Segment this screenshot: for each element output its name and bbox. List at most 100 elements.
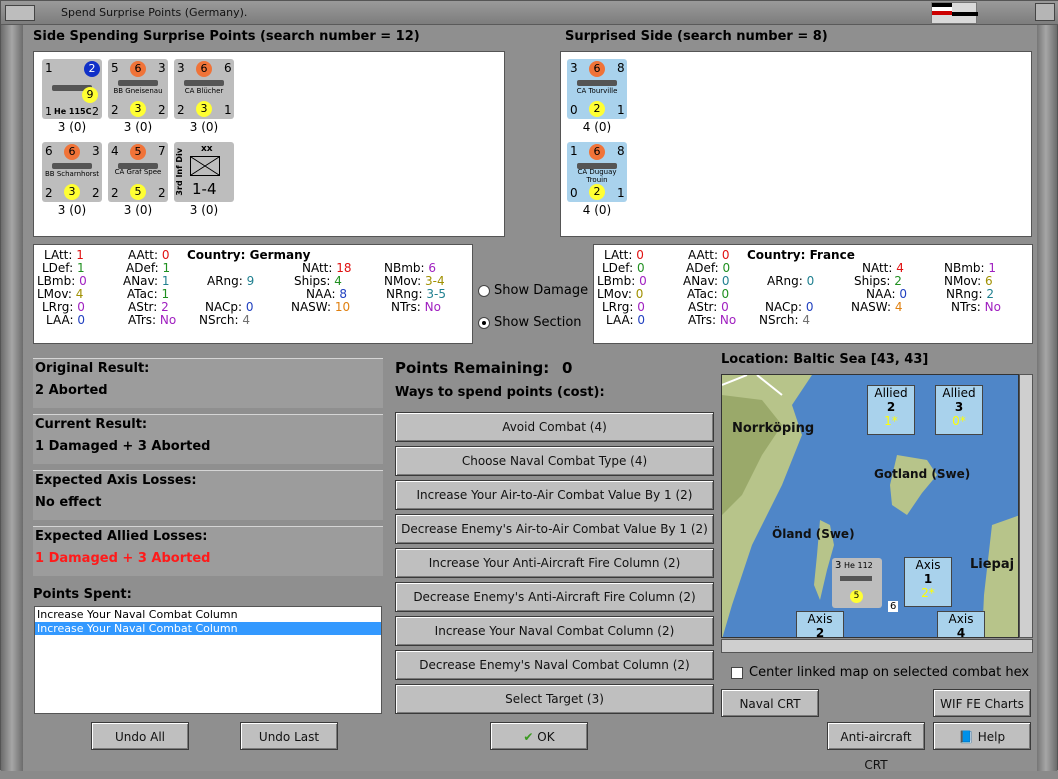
stat-anav: ANav: 1 [123,274,170,288]
axis-stack-counter[interactable]: Axis 1 2* [904,557,952,607]
decrease-enemy-naval-combat-column-button[interactable]: Decrease Enemy's Naval Combat Column (2) [395,650,714,680]
wif-fe-charts-button[interactable]: WIF FE Charts [933,689,1031,717]
allied-losses-value: 1 Damaged + 3 Aborted [35,551,211,566]
decrease-enemy-air-to-air-button[interactable]: Decrease Enemy's Air-to-Air Combat Value… [395,514,714,544]
ship-icon [577,80,617,86]
ship-icon [577,163,617,169]
map-vertical-scrollbar[interactable] [1019,374,1033,638]
stat-lrng: LRrg: 0 [602,300,645,314]
unit-counter-bb-gneisenau[interactable]: 5 6 3 BB Gneisenau 2 3 2 [108,59,168,119]
unit-counter-ca-tourville[interactable]: 3 6 8 CA Tourville 0 2 1 [567,59,627,119]
stat-atrs: ATrs: No [688,313,737,327]
unit-caption: 3 (0) [123,120,153,134]
close-button[interactable] [1035,3,1055,21]
list-item[interactable]: Increase Your Naval Combat Column [35,607,381,622]
help-button[interactable]: 📘 Help [933,722,1031,750]
unit-counter-ca-graf-spee[interactable]: 4 5 7 CA Graf Spee 2 5 2 [108,142,168,202]
original-result-box: Original Result: 2 Aborted [33,358,383,408]
unit-value: 6 [224,61,232,75]
unit-value: 3 [92,144,100,158]
increase-anti-aircraft-button[interactable]: Increase Your Anti-Aircraft Fire Column … [395,548,714,578]
increase-naval-combat-column-button[interactable]: Increase Your Naval Combat Column (2) [395,616,714,646]
unit-value: 8 [617,61,625,75]
naval-crt-button[interactable]: Naval CRT [721,689,819,717]
unit-value: 1 [617,186,625,200]
unit-value: 0 [570,103,578,117]
axis-stack-counter[interactable]: Axis 4 [937,611,985,637]
unit-circle: 6 [589,61,605,77]
unit-yellow-circle: 3 [64,184,80,200]
stat-latt: LAtt: 0 [604,248,644,262]
stat-astr: AStr: 2 [128,300,169,314]
unit-value: 1 [570,144,578,158]
unit-counter-ca-blucher[interactable]: 3 6 6 CA Blücher 2 3 1 [174,59,234,119]
points-spent-list[interactable]: Increase Your Naval Combat Column Increa… [34,606,382,714]
country-label: Country: France [747,248,855,262]
unit-counter-ca-duguay-trouin[interactable]: 1 6 8 CA Duguay Trouin 0 2 1 [567,142,627,202]
stat-nasw: NASW: 10 [291,300,351,314]
unit-name: CA Blücher [184,87,224,95]
avoid-combat-button[interactable]: Avoid Combat (4) [395,412,714,442]
unit-name: CA Tourville [576,87,618,95]
stat-atrs: ATrs: No [128,313,177,327]
show-section-radio[interactable] [478,317,490,329]
map-label-gotland: Gotland (Swe) [874,467,971,481]
unit-yellow-circle: 2 [589,101,605,117]
undo-last-button[interactable]: Undo Last [240,722,338,750]
stat-naa: NAA: 8 [306,287,348,301]
unit-caption: 3 (0) [189,120,219,134]
anti-aircraft-crt-button[interactable]: Anti-aircraft CRT [827,722,925,772]
undo-all-button[interactable]: Undo All [91,722,189,750]
system-menu-button[interactable] [5,5,35,21]
original-result-value: 2 Aborted [35,383,108,398]
stat-nbmb: NBmb: 6 [384,261,437,275]
stat-lbmb: LBmb: 0 [37,274,87,288]
stat-anav: ANav: 0 [683,274,730,288]
unit-value: 1 [617,103,625,117]
allied-stack-counter[interactable]: Allied 2 1* [867,385,915,435]
spending-units-panel: 1 2 9 1 He 115C 2 3 (0) 5 6 3 BB Gneisen… [33,51,505,237]
title-bar: Spend Surprise Points (Germany). [1,1,1058,25]
unit-counter-he112[interactable]: 3 He 112 5 [832,558,882,608]
stat-aatt: AAtt: 0 [688,248,730,262]
list-item-selected[interactable]: Increase Your Naval Combat Column [35,622,381,635]
stat-laa: LAA: 0 [46,313,86,327]
unit-value: 6 [45,144,53,158]
stat-arng: ARng: 0 [767,274,815,288]
ship-icon [52,163,92,169]
stat-lmov: LMov: 4 [37,287,84,301]
allied-losses-box: Expected Allied Losses: 1 Damaged + 3 Ab… [33,526,383,576]
ship-icon [118,163,158,169]
checkmark-icon: ✔ [523,730,534,744]
country-label: Country: Germany [187,248,311,262]
stat-nasw: NASW: 4 [851,300,903,314]
center-link-checkbox[interactable] [731,667,743,679]
unit-value: 3 [177,61,185,75]
axis-losses-title: Expected Axis Losses: [35,473,197,488]
increase-air-to-air-button[interactable]: Increase Your Air-to-Air Combat Value By… [395,480,714,510]
unit-counter-3rd-inf-div[interactable]: 3rd Inf Div xx 1-4 [174,142,234,202]
infantry-symbol-icon [190,156,220,176]
choose-naval-combat-type-button[interactable]: Choose Naval Combat Type (4) [395,446,714,476]
stat-nmov: NMov: 6 [944,274,993,288]
decrease-enemy-anti-aircraft-button[interactable]: Decrease Enemy's Anti-Aircraft Fire Colu… [395,582,714,612]
allied-losses-title: Expected Allied Losses: [35,529,208,544]
map-location-label: Location: Baltic Sea [43, 43] [721,352,929,367]
axis-losses-value: No effect [35,495,102,510]
book-icon: 📘 [958,730,974,744]
map-horizontal-scrollbar[interactable] [721,639,1033,653]
map-view[interactable]: Norrköping Gotland (Swe) Öland (Swe) Lie… [721,374,1019,638]
select-target-button[interactable]: Select Target (3) [395,684,714,714]
axis-stack-counter[interactable]: Axis 2 [796,611,844,637]
unit-value: 3 [158,61,166,75]
show-damage-radio[interactable] [478,285,490,297]
unit-size: xx [201,144,213,154]
surprised-units-panel: 3 6 8 CA Tourville 0 2 1 4 (0) 1 6 8 CA … [560,51,1032,237]
stat-ldef: LDef: 1 [42,261,85,275]
current-result-box: Current Result: 1 Damaged + 3 Aborted [33,414,383,464]
allied-stack-counter[interactable]: Allied 3 0* [935,385,983,435]
unit-counter-bb-scharnhorst[interactable]: 6 6 3 BB Scharnhorst 2 3 2 [42,142,102,202]
unit-counter-he115c[interactable]: 1 2 9 1 He 115C 2 [42,59,102,119]
unit-caption: 3 (0) [123,203,153,217]
ok-button[interactable]: ✔ OK [490,722,588,750]
